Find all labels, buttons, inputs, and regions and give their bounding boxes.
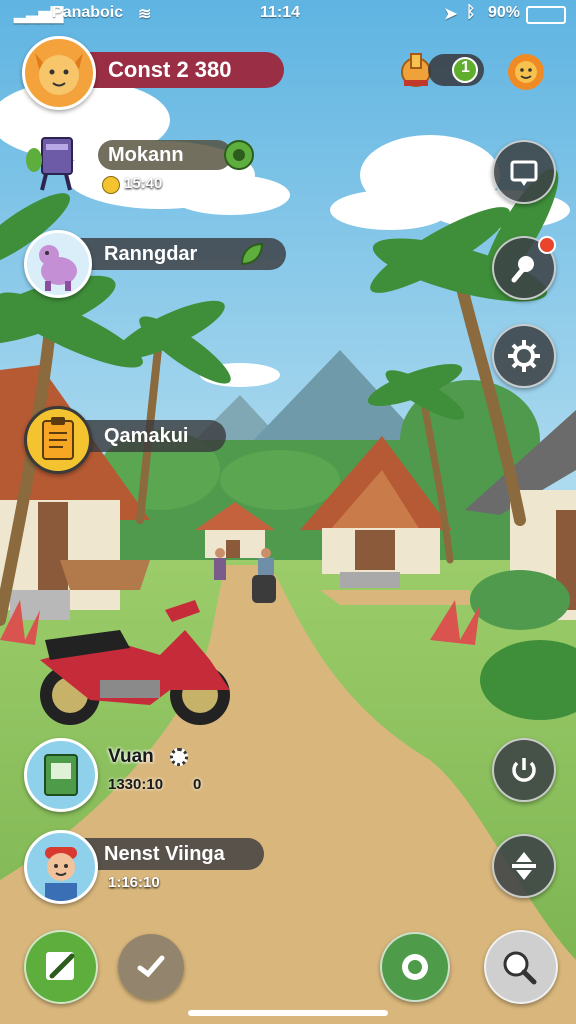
battery-icon [526, 6, 566, 24]
chat-icon [503, 951, 537, 985]
npc-avatar-vuan[interactable] [24, 738, 98, 812]
home-indicator[interactable] [188, 1010, 388, 1016]
power-button[interactable] [492, 738, 556, 802]
gear-badge-icon [170, 748, 188, 766]
coin-counter[interactable]: 1 [428, 54, 484, 86]
npc-name: Vuan [108, 746, 154, 767]
pet-creature-icon [39, 245, 77, 291]
swap-icon [512, 852, 536, 880]
power-icon [512, 758, 536, 782]
player-name: Const 2 380 [108, 57, 232, 82]
clock: 11:14 [260, 4, 301, 21]
alert-icon [511, 256, 534, 283]
npc-avatar-nenst[interactable] [24, 830, 98, 904]
leaf-icon [238, 240, 266, 268]
check-icon [137, 955, 165, 978]
edit-button[interactable] [24, 930, 98, 1004]
sun-gear-icon[interactable] [504, 50, 548, 94]
quest-title: Mokann [108, 144, 184, 166]
camera-button[interactable] [380, 932, 450, 1002]
check-button[interactable] [118, 934, 184, 1000]
quest-character-avatar[interactable] [24, 230, 92, 298]
clipboard-icon [42, 417, 74, 460]
notification-dot [538, 236, 556, 254]
location-icon: ➤ [444, 6, 458, 23]
settings-button[interactable] [492, 324, 556, 388]
quest-timer: 15:40 [124, 175, 163, 192]
quest-title: Qamakui [104, 425, 189, 447]
book-character-icon[interactable] [24, 130, 90, 196]
map-button[interactable] [492, 140, 556, 204]
camera-icon [402, 954, 428, 980]
player-avatar[interactable] [22, 36, 96, 110]
coin-value: 1 [461, 59, 470, 76]
edit-icon [46, 952, 75, 980]
chat-button[interactable] [484, 930, 558, 1004]
map-icon [510, 160, 538, 186]
battery-percent: 90% [488, 4, 521, 21]
wifi-icon: ≋ [138, 6, 152, 23]
carrier-name: Panaboic [52, 4, 124, 21]
status-bar: ▂▃▅▇ Panaboic ≋ 11:14 ➤ ᛒ 90% [0, 0, 576, 28]
clock-icon [102, 176, 120, 194]
npc-stat-2: 0 [193, 776, 202, 793]
boy-character-icon [45, 847, 77, 901]
quest-status-icon [224, 140, 254, 170]
swap-button[interactable] [492, 834, 556, 898]
quest-title: Ranngdar [104, 243, 198, 265]
lion-face-icon [35, 53, 83, 95]
quest-item-mokann[interactable]: Mokann [98, 140, 232, 170]
settings-icon [508, 340, 540, 372]
npc-stat: 1330:10 [108, 776, 164, 793]
clipboard-quest-button[interactable] [24, 406, 92, 474]
npc-timer: 1:16:10 [108, 874, 160, 891]
npc-name: Nenst Viinga [104, 843, 225, 865]
spellbook-icon [44, 754, 78, 796]
alert-button[interactable] [492, 236, 556, 300]
bluetooth-icon: ᛒ [466, 4, 476, 21]
